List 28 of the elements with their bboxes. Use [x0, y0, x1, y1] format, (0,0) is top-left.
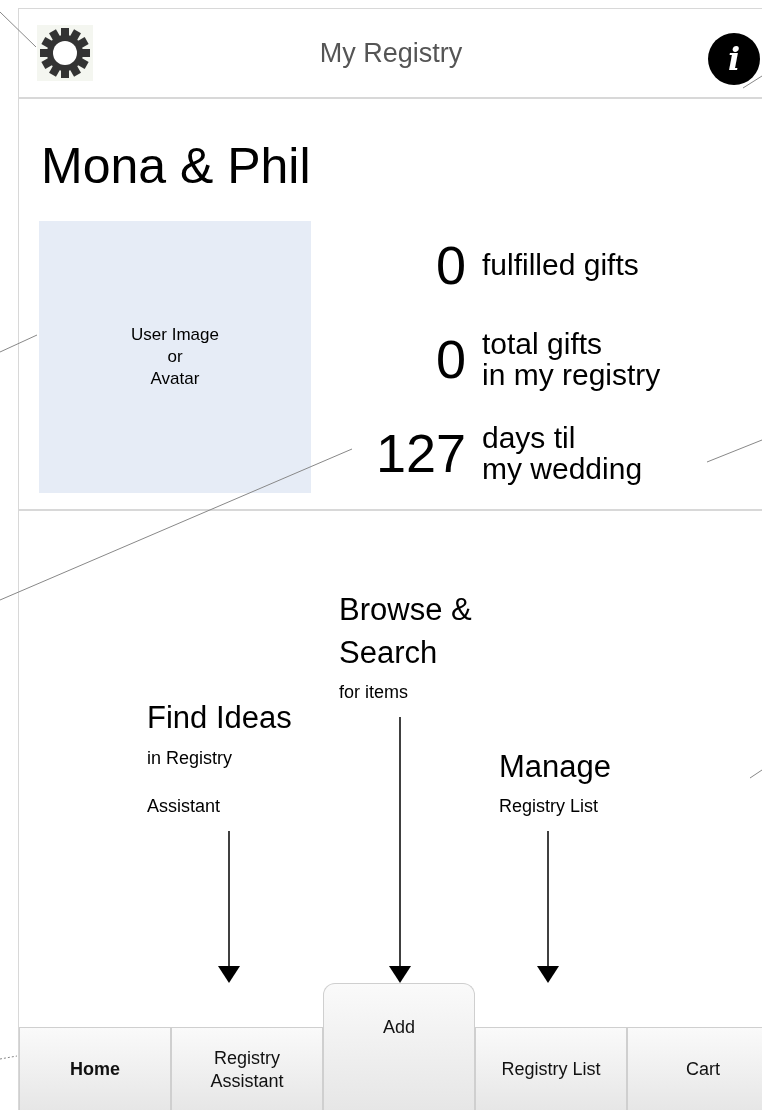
stat-label: total gifts in my registry: [482, 327, 661, 391]
callout-title: Browse & Search: [339, 590, 472, 672]
leader-line: [742, 75, 762, 89]
stat-value: 0: [434, 332, 466, 386]
tab[interactable]: Registry Assistant: [171, 1027, 323, 1110]
tab[interactable]: Home: [19, 1027, 171, 1110]
callout-title: Manage: [499, 748, 612, 786]
leader-line: [0, 11, 37, 48]
callout-subtitle: for items: [339, 681, 408, 705]
leader-line: [706, 439, 762, 463]
leader-line: [749, 769, 762, 779]
stat-value: 127: [374, 426, 466, 480]
tab[interactable]: Add: [323, 983, 475, 1110]
callout-subtitle: in Registry Assistant: [147, 746, 233, 819]
settings-icon[interactable]: [37, 25, 93, 81]
stat-value: 0: [434, 238, 466, 292]
stat-label: days til my wedding: [482, 421, 643, 485]
callout-title: Find Ideas: [147, 699, 292, 738]
info-icon[interactable]: i: [708, 33, 760, 85]
tab[interactable]: Registry List: [475, 1027, 627, 1110]
screen-title: My Registry: [319, 37, 463, 69]
stat-label: fulfilled gifts: [482, 249, 639, 281]
tab[interactable]: Cart: [627, 1027, 762, 1110]
couple-names: Mona & Phil: [40, 137, 312, 196]
placeholder-caption: User Image or Avatar: [131, 323, 219, 391]
leader-line: [0, 1055, 18, 1060]
leader-line: [0, 334, 38, 353]
callout-subtitle: Registry List: [499, 795, 599, 819]
